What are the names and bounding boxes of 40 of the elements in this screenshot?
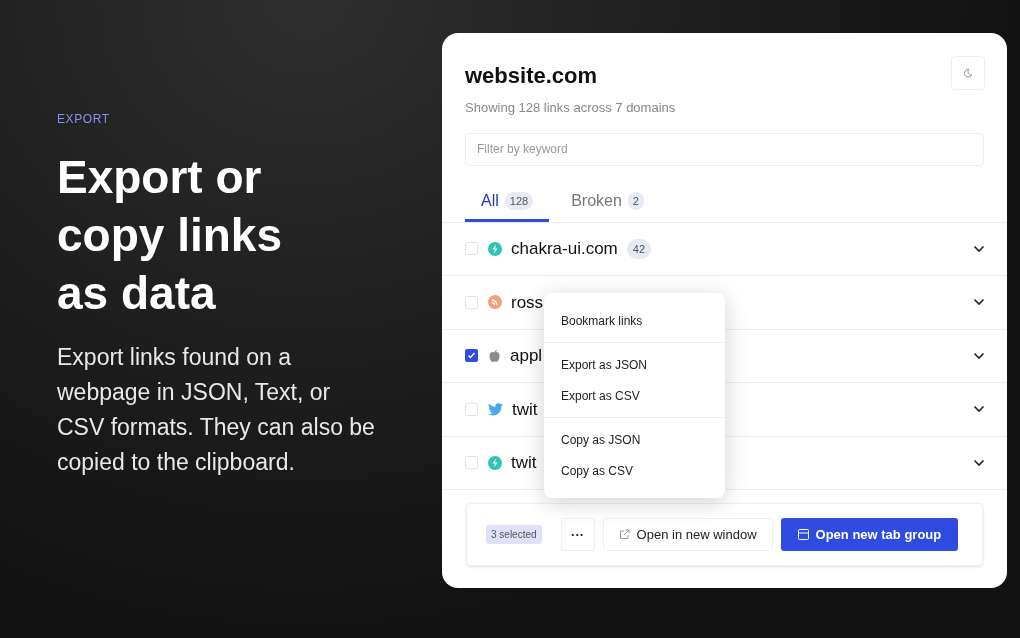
domain-name: chakra-ui.com — [511, 238, 618, 260]
section-label: EXPORT — [57, 111, 111, 128]
selection-badge: 3 selected — [486, 525, 542, 544]
checkbox[interactable] — [465, 456, 478, 470]
open-window-button[interactable]: Open in new window — [602, 518, 773, 551]
theme-toggle-button[interactable] — [951, 56, 985, 90]
window-icon — [797, 529, 809, 540]
menu-item[interactable]: Export as JSON — [544, 349, 725, 380]
moon-icon — [963, 68, 973, 78]
count-badge: 128 — [504, 191, 534, 211]
checkbox[interactable] — [465, 295, 478, 309]
count-badge: 2 — [627, 191, 644, 211]
chevron-icon[interactable] — [973, 244, 985, 253]
domain-name: twit — [511, 452, 537, 474]
menu-item[interactable]: Bookmark links — [544, 305, 725, 336]
domain-name: ross — [511, 291, 544, 314]
more-button[interactable]: ··· — [560, 518, 595, 551]
panel-title: website.com — [465, 62, 599, 90]
domain-name: twit — [512, 398, 538, 421]
tab[interactable]: Broken 2 — [555, 183, 660, 222]
chevron-icon[interactable] — [973, 405, 985, 414]
external-link-icon — [618, 529, 630, 540]
chevron-icon[interactable] — [973, 458, 985, 467]
checkbox[interactable] — [465, 242, 478, 256]
chevron-icon[interactable] — [973, 351, 985, 360]
checkbox[interactable] — [465, 349, 478, 363]
filter-field[interactable]: Filter by keyword — [465, 132, 984, 166]
menu-item[interactable]: Copy as JSON — [544, 424, 725, 455]
description: Export links found on a webpage in JSON, Text, or CSV formats. They can also be copied to the clipboard. — [57, 343, 376, 477]
open-tab-group-button[interactable]: Open new tab group — [780, 518, 959, 551]
domain-name: appl — [510, 345, 543, 367]
panel-subtitle: Showing 128 links across 7 domains — [465, 99, 676, 117]
chevron-icon[interactable] — [973, 298, 985, 307]
check-icon — [467, 351, 476, 361]
count-badge: 42 — [626, 238, 651, 259]
headline: Export or copy links as data — [57, 150, 283, 321]
menu-item[interactable]: Copy as CSV — [544, 455, 725, 486]
tab[interactable]: All 128 — [465, 183, 550, 222]
menu-item[interactable]: Export as CSV — [544, 380, 725, 411]
checkbox[interactable] — [465, 402, 478, 416]
